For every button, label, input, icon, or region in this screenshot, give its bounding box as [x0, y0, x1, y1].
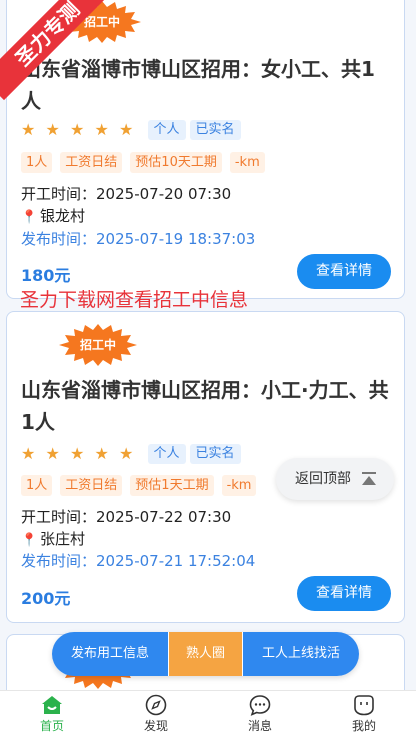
bottom-tab-bar: 首页 发现 消息 我的 — [0, 690, 416, 734]
view-detail-button[interactable]: 查看详情 — [297, 576, 391, 611]
location: 📍 银龙村 — [21, 205, 85, 229]
tag-distance: -km — [229, 152, 265, 173]
tab-profile[interactable]: 我的 — [312, 691, 416, 734]
job-tags: 1人 工资日结 预估10天工期 -km — [21, 152, 273, 174]
compass-icon — [145, 694, 167, 716]
star-icon: ★ — [119, 444, 134, 463]
start-time: 开工时间：2025-07-22 07:30 — [21, 508, 232, 526]
tab-discover[interactable]: 发现 — [104, 691, 208, 734]
star-icon: ★ — [21, 444, 36, 463]
job-card[interactable]: 招工中 山东省淄博市博山区招用：女小工、共1人 ★ ★ ★ ★ ★ 个人 已实名… — [6, 0, 405, 299]
job-tags: 1人 工资日结 预估1天工期 -km — [21, 475, 264, 497]
tag-headcount: 1人 — [21, 152, 53, 173]
star-icon: ★ — [119, 120, 134, 139]
publish-time: 发布时间：2025-07-21 17:52:04 — [21, 552, 256, 570]
price: 180元 — [21, 266, 71, 285]
job-list[interactable]: 招工中 山东省淄博市博山区招用：女小工、共1人 ★ ★ ★ ★ ★ 个人 已实名… — [0, 0, 416, 690]
watermark-text: 圣力下载网查看招工中信息 — [20, 289, 249, 311]
star-icon: ★ — [70, 444, 85, 463]
profile-icon — [354, 695, 374, 716]
acquaintance-circle-button[interactable]: 熟人圈 — [168, 632, 243, 676]
rating-stars: ★ ★ ★ ★ ★ 个人 已实名 — [21, 119, 241, 141]
star-icon: ★ — [94, 120, 109, 139]
star-icon: ★ — [45, 120, 60, 139]
employer-type-badge: 个人 — [147, 444, 186, 464]
tab-home[interactable]: 首页 — [0, 691, 104, 734]
tag-pay: 工资日结 — [60, 152, 123, 173]
star-icon: ★ — [70, 120, 85, 139]
tag-duration: 预估1天工期 — [130, 475, 214, 496]
home-icon — [42, 696, 62, 714]
star-icon: ★ — [21, 120, 36, 139]
start-time: 开工时间：2025-07-20 07:30 — [21, 185, 232, 203]
view-detail-button[interactable]: 查看详情 — [297, 254, 391, 289]
job-title: 山东省淄博市博山区招用：小工·力工、共1人 — [21, 378, 389, 434]
action-bar: 发布用工信息 熟人圈 工人上线找活 — [52, 632, 359, 676]
location: 📍 张庄村 — [21, 528, 85, 552]
hiring-badge: 招工中 — [59, 324, 137, 366]
job-title: 山东省淄博市博山区招用：女小工、共1人 — [21, 57, 375, 113]
rating-stars: ★ ★ ★ ★ ★ 个人 已实名 — [21, 443, 241, 465]
location-pin-icon: 📍 — [21, 533, 38, 548]
star-icon: ★ — [45, 444, 60, 463]
location-pin-icon: 📍 — [21, 210, 38, 225]
tab-messages[interactable]: 消息 — [208, 691, 312, 734]
tag-distance: -km — [221, 475, 257, 496]
price: 200元 — [21, 589, 71, 608]
tag-duration: 预估10天工期 — [130, 152, 222, 173]
star-icon: ★ — [94, 444, 109, 463]
verified-badge: 已实名 — [189, 120, 241, 140]
message-icon — [249, 695, 271, 716]
post-job-button[interactable]: 发布用工信息 — [52, 632, 168, 676]
employer-type-badge: 个人 — [147, 120, 186, 140]
back-to-top-label: 返回顶部 — [295, 471, 351, 487]
tag-headcount: 1人 — [21, 475, 53, 496]
back-to-top-button[interactable]: 返回顶部 — [276, 458, 394, 500]
publish-time: 发布时间：2025-07-19 18:37:03 — [21, 230, 256, 248]
worker-online-button[interactable]: 工人上线找活 — [243, 632, 359, 676]
tag-pay: 工资日结 — [60, 475, 123, 496]
verified-badge: 已实名 — [189, 444, 241, 464]
arrow-up-icon — [362, 472, 376, 485]
